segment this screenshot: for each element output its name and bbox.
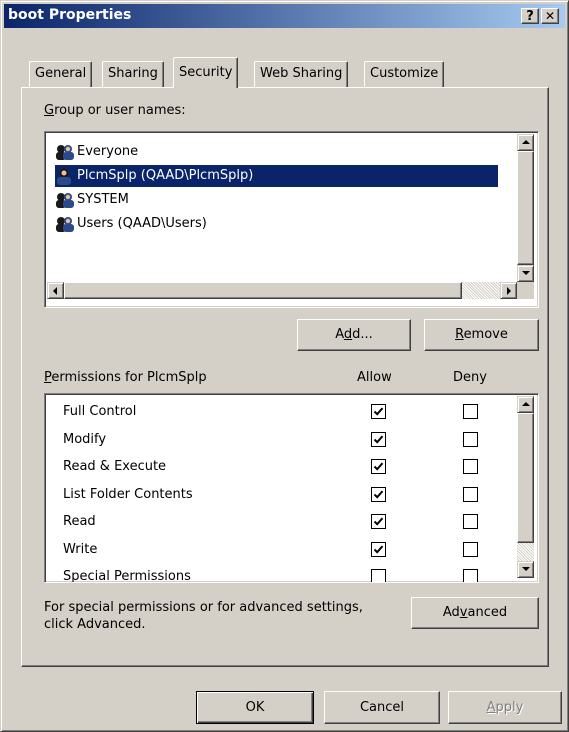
list-item[interactable]: Everyone [55, 141, 495, 163]
group-names-label: Group or user names: [44, 103, 186, 118]
group-icon [56, 217, 74, 232]
tab-security[interactable]: Security [173, 57, 239, 88]
group-user-list[interactable]: Everyone PlcmSplp (QAAD\PlcmSplp) SYSTEM [44, 131, 539, 308]
deny-checkbox[interactable] [463, 431, 478, 447]
arrow-left-icon [53, 287, 57, 295]
help-button[interactable]: ? [521, 8, 539, 24]
tab-web-sharing[interactable]: Web Sharing [254, 61, 349, 87]
permission-name: Full Control [63, 404, 137, 419]
permission-name: Modify [63, 431, 107, 447]
allow-checkbox[interactable] [371, 404, 386, 419]
arrow-up-icon [522, 402, 530, 406]
arrow-down-icon [522, 567, 530, 571]
scroll-down-button[interactable] [517, 561, 534, 578]
hscroll-thumb[interactable] [64, 282, 462, 299]
advanced-button[interactable]: Advanced [411, 597, 539, 629]
ok-button[interactable]: OK [196, 691, 314, 724]
advanced-help-text: For special permissions or for advanced … [44, 600, 363, 632]
close-button[interactable]: ✕ [541, 8, 559, 24]
permission-row: Read [45, 510, 515, 538]
tab-customize[interactable]: Customize [364, 61, 445, 87]
permissions-label: Permissions for PlcmSplp [44, 370, 207, 385]
window-title: boot Properties [8, 7, 132, 23]
deny-checkbox[interactable] [463, 459, 478, 474]
close-icon: ✕ [544, 9, 556, 23]
help-icon: ? [526, 9, 534, 24]
scroll-up-button[interactable] [517, 134, 534, 151]
permission-name: Read [63, 514, 96, 529]
deny-header: Deny [453, 370, 487, 385]
permission-name: Read & Execute [63, 459, 167, 474]
list-item-selected[interactable]: PlcmSplp (QAAD\PlcmSplp) [55, 165, 498, 187]
allow-checkbox[interactable] [371, 541, 386, 557]
group-icon [56, 145, 74, 160]
scroll-down-button[interactable] [517, 265, 534, 282]
properties-window: boot Properties ? ✕ General Sharing Secu… [0, 0, 569, 732]
scroll-right-button[interactable] [500, 282, 517, 299]
permissions-list[interactable]: Full Control Modify Read & Execute List Fol… [44, 393, 539, 583]
allow-header: Allow [357, 370, 392, 385]
user-icon [57, 168, 71, 185]
permission-row: Modify [45, 428, 515, 456]
permission-row: Special Permissions [45, 565, 515, 583]
deny-checkbox[interactable] [463, 486, 478, 502]
arrow-right-icon [507, 287, 511, 295]
allow-checkbox[interactable] [371, 569, 386, 582]
arrow-up-icon [522, 140, 530, 144]
remove-button[interactable]: Remove [424, 319, 539, 351]
permission-row: Full Control [45, 400, 515, 428]
add-button[interactable]: Add... [297, 319, 411, 351]
list-item[interactable]: Users (QAAD\Users) [55, 213, 495, 235]
allow-checkbox[interactable] [371, 431, 386, 447]
deny-checkbox[interactable] [463, 569, 478, 582]
list-item[interactable]: SYSTEM [55, 189, 495, 211]
scroll-thumb[interactable] [517, 151, 534, 265]
scroll-thumb[interactable] [517, 413, 534, 543]
scroll-corner [517, 282, 534, 299]
permission-row: List Folder Contents [45, 483, 515, 511]
permission-name: Write [63, 541, 98, 557]
permission-row: Write [45, 538, 515, 566]
permission-row: Read & Execute [45, 455, 515, 483]
tab-general[interactable]: General [29, 61, 93, 87]
tab-sharing[interactable]: Sharing [102, 61, 164, 87]
allow-checkbox[interactable] [371, 486, 386, 502]
arrow-down-icon [522, 271, 530, 275]
scroll-up-button[interactable] [517, 396, 534, 413]
permission-name: Special Permissions [63, 569, 191, 583]
group-icon [56, 193, 74, 208]
title-bar[interactable]: boot Properties ? ✕ [4, 4, 565, 28]
allow-checkbox[interactable] [371, 459, 386, 474]
deny-checkbox[interactable] [463, 541, 478, 557]
deny-checkbox[interactable] [463, 514, 478, 529]
scroll-left-button[interactable] [47, 282, 64, 299]
permission-name: List Folder Contents [63, 486, 193, 502]
cancel-button[interactable]: Cancel [324, 691, 440, 724]
deny-checkbox[interactable] [463, 404, 478, 419]
allow-checkbox[interactable] [371, 514, 386, 529]
apply-button[interactable]: Apply [448, 691, 562, 724]
